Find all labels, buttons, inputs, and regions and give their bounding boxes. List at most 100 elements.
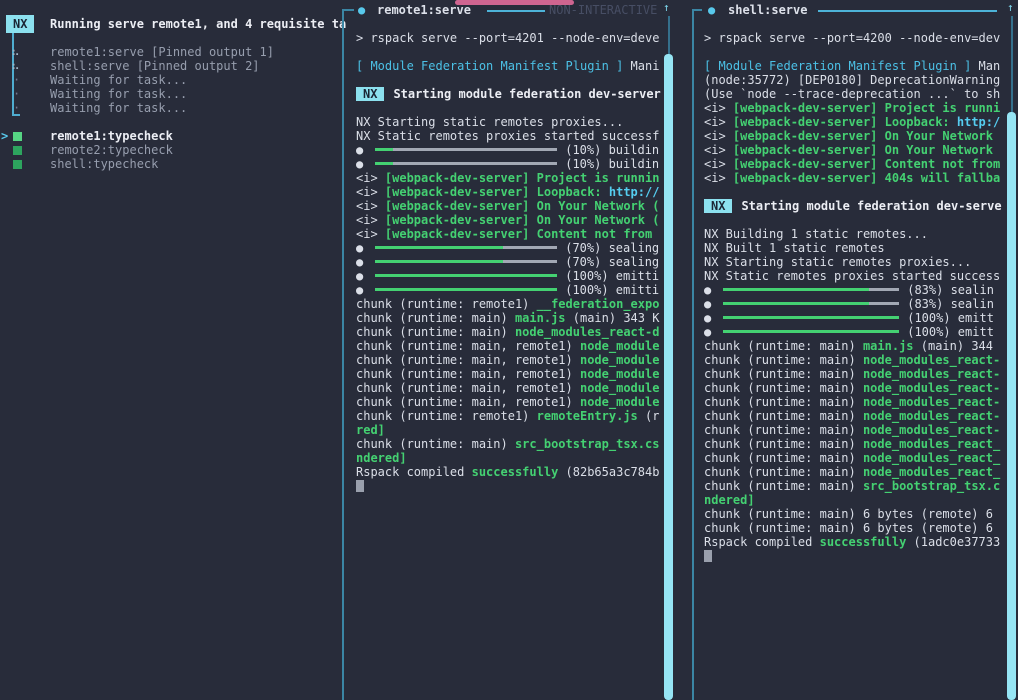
terminal-text: node_modules_react_ [863,451,1000,465]
terminal-line: chunk (runtime: main) node_modules_react… [704,465,1003,479]
terminal-line [356,73,662,87]
task-list-item[interactable]: ·Waiting for task... [0,73,342,87]
progress-bullet-icon: ● [704,311,711,325]
task-list-item[interactable]: ·Waiting for task... [0,87,342,101]
terminal-line: ●(100%) emitt [704,325,1003,339]
progress-label: (70%) sealing [565,255,659,269]
terminal-text: chunk (runtime: main) [704,395,863,409]
progress-bullet-icon: ● [356,255,363,269]
terminal-text: (82b65a3c784b [558,465,659,479]
terminal-text: Starting module federation dev-serve [741,199,1001,213]
terminal-text: node_modules_react_ [863,437,1000,451]
terminal-line: NX Building 1 static remotes... [704,227,1003,241]
terminal-text: [webpack-dev-server] On Your Network [733,129,993,143]
progress-bar-fill [375,274,557,277]
terminal-line: ● (70%) sealing [356,255,662,269]
task-label: shell:typecheck [0,157,158,171]
progress-bar-fill [375,148,393,151]
progress-bar [375,162,557,165]
scroll-up-icon[interactable]: ↑ [663,1,670,15]
terminal-line: Rspack compiled successfully (82b65a3c78… [356,465,662,479]
scrollbar-track[interactable] [1011,16,1013,112]
terminal-text: chunk (runtime: main) [704,423,863,437]
task-list-item[interactable]: ·Waiting for task... [0,101,342,115]
task-label: shell:serve [Pinned output 2] [0,59,260,73]
terminal-text: > rspack serve --port=4200 --node-env=de… [704,31,1000,45]
terminal-text: chunk (runtime: remote1) [356,409,537,423]
terminal-text: chunk (runtime: remote1) [356,297,537,311]
task-list-item[interactable]: remote2:typecheck [0,143,342,157]
task-list-item[interactable]: >remote1:typecheck [0,129,342,143]
terminal-text: __federation_expo [537,297,660,311]
task-success-square-icon [13,160,22,169]
terminal-text: [webpack-dev-server] Project is runnin [385,171,660,185]
task-list-item[interactable]: ⠦remote1:serve [Pinned output 1] [0,45,342,59]
progress-bar [375,246,557,249]
progress-bullet-icon: ● [356,157,363,171]
terminal-line: chunk (runtime: main) 6 bytes (remote) 6 [704,507,1003,521]
terminal-output: > rspack serve --port=4200 --node-env=de… [704,31,1003,563]
terminal-line: > rspack serve --port=4201 --node-env=de… [356,31,662,45]
terminal-text: Rspack compiled [704,535,820,549]
terminal-line: [ Module Federation Manifest Plugin ] Ma… [704,59,1003,73]
progress-bullet-icon: ● [704,325,711,339]
terminal-text: Rspack compiled [356,465,472,479]
task-waiting-icon: · [13,101,20,115]
terminal-line: ●(83%) sealin [704,283,1003,297]
progress-bar-fill [723,302,869,305]
task-success-square-icon [13,146,22,155]
terminal-line: chunk (runtime: main) node_modules_react… [704,423,1003,437]
scrollbar-thumb[interactable] [1007,112,1016,700]
terminal-line: <i> [webpack-dev-server] Loopback: http:… [356,185,662,199]
terminal-text: ndered] [704,493,755,507]
cursor-block [704,550,712,562]
terminal-text: [webpack-dev-server] Project is runni [733,101,1000,115]
terminal-text: chunk (runtime: main, remote1) [356,353,580,367]
progress-label: (70%) sealing [565,241,659,255]
terminal-text: chunk (runtime: main) [704,437,863,451]
progress-bullet-icon: ● [356,283,363,297]
terminal-text: (node:35772) [DEP0180] DeprecationWarnin… [704,73,1000,87]
progress-bullet-icon: ● [704,283,711,297]
scrollbar-track[interactable] [668,16,670,54]
terminal-line: chunk (runtime: main, remote1) node_modu… [356,353,662,367]
terminal-text: node_modules_react- [863,395,1000,409]
terminal-line: NX Static remotes proxies started succes… [704,269,1003,283]
terminal-text: [webpack-dev-server] Loopback: [733,115,957,129]
terminal-line: NX Static remotes proxies started succes… [356,129,662,143]
terminal-text: node_modules_react- [863,423,1000,437]
pane-title[interactable]: remote1:serve [377,3,471,17]
scroll-up-icon[interactable]: ↑ [1007,1,1014,15]
task-list-item[interactable]: shell:typecheck [0,157,342,171]
scrollbar-thumb[interactable] [664,54,673,700]
pane-border [692,9,694,700]
progress-bar-fill [375,162,393,165]
terminal-text: <i> [356,171,385,185]
progress-bar-fill [375,260,502,263]
terminal-line: (node:35772) [DEP0180] DeprecationWarnin… [704,73,1003,87]
terminal-line: chunk (runtime: main) node_modules_react… [704,437,1003,451]
terminal-line: chunk (runtime: remote1) remoteEntry.js … [356,409,662,423]
terminal-text: NX Static remotes proxies started succes… [704,269,1000,283]
terminal-text: <i> [704,101,733,115]
terminal-text: <i> [704,143,733,157]
progress-bar [723,288,899,291]
task-label: remote2:typecheck [0,143,173,157]
terminal-line: chunk (runtime: main) node_modules_react… [704,451,1003,465]
progress-bar [723,330,899,333]
terminal-line [356,101,662,115]
terminal-line: [ Module Federation Manifest Plugin ] Ma… [356,59,662,73]
header-rule [487,10,545,12]
terminal-line: chunk (runtime: main) main.js (main) 344 [704,339,1003,353]
progress-bar [723,316,899,319]
terminal-text: chunk (runtime: main) 6 bytes (remote) 6 [704,507,993,521]
terminal-line: ●(83%) sealin [704,297,1003,311]
task-list-item[interactable]: ⠦shell:serve [Pinned output 2] [0,59,342,73]
terminal-line: chunk (runtime: main) node_modules_react… [704,367,1003,381]
terminal-text: <i> [704,129,733,143]
progress-label: (83%) sealin [907,297,994,311]
terminal-line: chunk (runtime: main, remote1) node_modu… [356,381,662,395]
terminal-line: chunk (runtime: main, remote1) node_modu… [356,395,662,409]
pane-title[interactable]: shell:serve [728,3,807,17]
terminal-line: NXStarting module federation dev-serve [704,199,1003,213]
